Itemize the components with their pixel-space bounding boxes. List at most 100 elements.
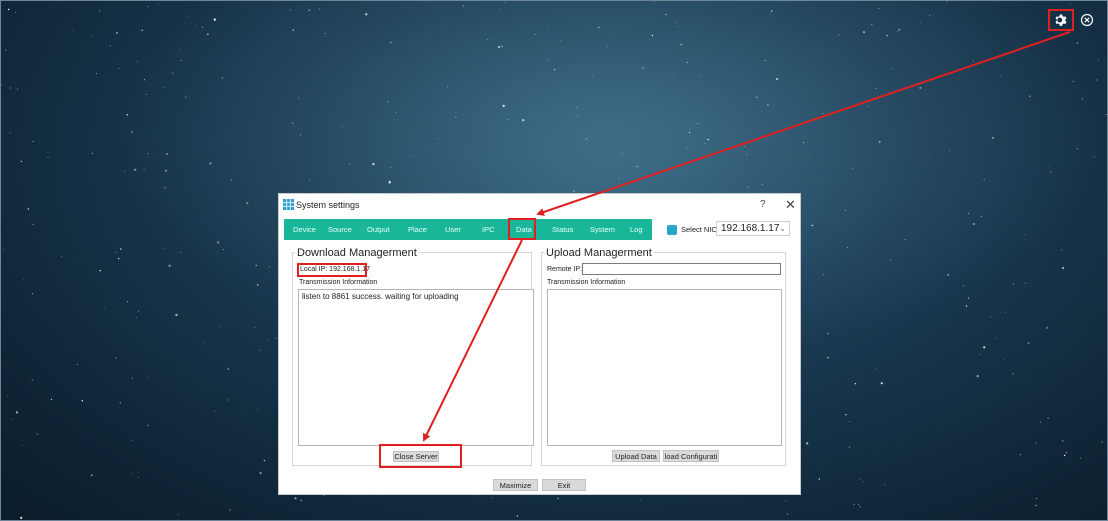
- star: [508, 119, 510, 121]
- star: [1076, 148, 1079, 150]
- star: [547, 59, 549, 61]
- star: [298, 97, 300, 99]
- star: [175, 313, 178, 317]
- tab-output[interactable]: Output: [367, 219, 390, 240]
- star: [502, 104, 505, 107]
- star: [99, 270, 101, 272]
- star: [996, 337, 997, 339]
- help-button[interactable]: ?: [760, 199, 766, 210]
- star: [138, 310, 139, 312]
- star: [1065, 452, 1068, 454]
- upload-log-textarea[interactable]: [547, 289, 782, 446]
- star: [268, 338, 270, 340]
- star: [746, 186, 748, 188]
- star: [136, 316, 138, 318]
- star: [1003, 359, 1005, 361]
- network-icon: [667, 225, 677, 235]
- star: [976, 375, 979, 378]
- star: [230, 179, 232, 181]
- tab-place[interactable]: Place: [408, 219, 427, 240]
- star: [878, 7, 880, 9]
- star: [1027, 342, 1030, 345]
- star: [214, 410, 216, 412]
- star: [36, 433, 39, 435]
- star: [61, 255, 63, 257]
- download-log-textarea[interactable]: listen to 8861 success. waiting for uplo…: [298, 289, 534, 446]
- star: [1014, 60, 1016, 62]
- star: [1101, 441, 1103, 443]
- star: [573, 190, 575, 192]
- star: [291, 122, 294, 125]
- star: [807, 159, 809, 161]
- star: [686, 62, 688, 63]
- nic-select[interactable]: 192.168.1.17 ⌄: [716, 221, 790, 236]
- dialog-close-button[interactable]: ✕: [785, 197, 796, 213]
- star: [1093, 156, 1095, 158]
- star: [672, 72, 674, 74]
- star: [886, 34, 888, 37]
- star: [72, 29, 74, 31]
- star: [827, 332, 829, 335]
- star: [1039, 421, 1042, 423]
- star: [875, 368, 876, 370]
- star: [761, 183, 763, 185]
- star: [665, 13, 667, 16]
- star: [845, 209, 847, 211]
- star: [654, 1, 656, 3]
- close-circle-icon[interactable]: [1080, 13, 1094, 27]
- tab-user[interactable]: User: [445, 219, 461, 240]
- load-configuration-button[interactable]: load Configurati: [663, 450, 719, 462]
- remote-ip-input[interactable]: [582, 263, 781, 275]
- star: [981, 216, 983, 218]
- star: [849, 420, 851, 422]
- star: [319, 8, 321, 10]
- star: [180, 60, 182, 62]
- star: [522, 119, 525, 122]
- star: [207, 33, 209, 35]
- star: [767, 104, 769, 106]
- star: [9, 132, 11, 134]
- star: [447, 85, 449, 88]
- tab-source[interactable]: Source: [328, 219, 352, 240]
- star: [770, 10, 773, 12]
- star: [598, 26, 600, 29]
- chevron-down-icon: ⌄: [779, 224, 786, 233]
- star: [7, 8, 10, 11]
- star: [201, 26, 204, 28]
- star: [929, 151, 931, 153]
- star: [1029, 95, 1031, 97]
- star: [131, 439, 133, 441]
- star: [973, 60, 974, 62]
- star: [9, 87, 11, 89]
- star: [165, 170, 167, 172]
- tab-log[interactable]: Log: [630, 219, 643, 240]
- star: [680, 43, 682, 46]
- star: [949, 150, 951, 152]
- nic-select-value: 192.168.1.17: [721, 223, 780, 234]
- exit-button[interactable]: Exit: [542, 479, 586, 491]
- tab-status[interactable]: Status: [552, 219, 573, 240]
- star: [388, 181, 391, 184]
- star: [136, 60, 138, 62]
- star: [166, 153, 168, 155]
- star: [143, 169, 145, 170]
- star: [838, 34, 840, 36]
- star: [15, 411, 18, 414]
- star: [219, 325, 221, 327]
- tab-ipc[interactable]: IPC: [482, 219, 495, 240]
- tab-device[interactable]: Device: [293, 219, 316, 240]
- star: [946, 0, 948, 2]
- star: [395, 111, 397, 113]
- maximize-button[interactable]: Maximize: [493, 479, 538, 491]
- star: [1023, 233, 1025, 235]
- star: [651, 34, 654, 37]
- upload-data-button[interactable]: Upload Data: [612, 450, 660, 462]
- star: [11, 418, 13, 420]
- tab-system[interactable]: System: [590, 219, 615, 240]
- star: [880, 382, 883, 385]
- download-log-text: listen to 8861 success. waiting for uplo…: [302, 292, 459, 301]
- star: [636, 165, 638, 168]
- star: [118, 257, 120, 260]
- settings-button[interactable]: [1048, 9, 1074, 31]
- star: [221, 77, 224, 79]
